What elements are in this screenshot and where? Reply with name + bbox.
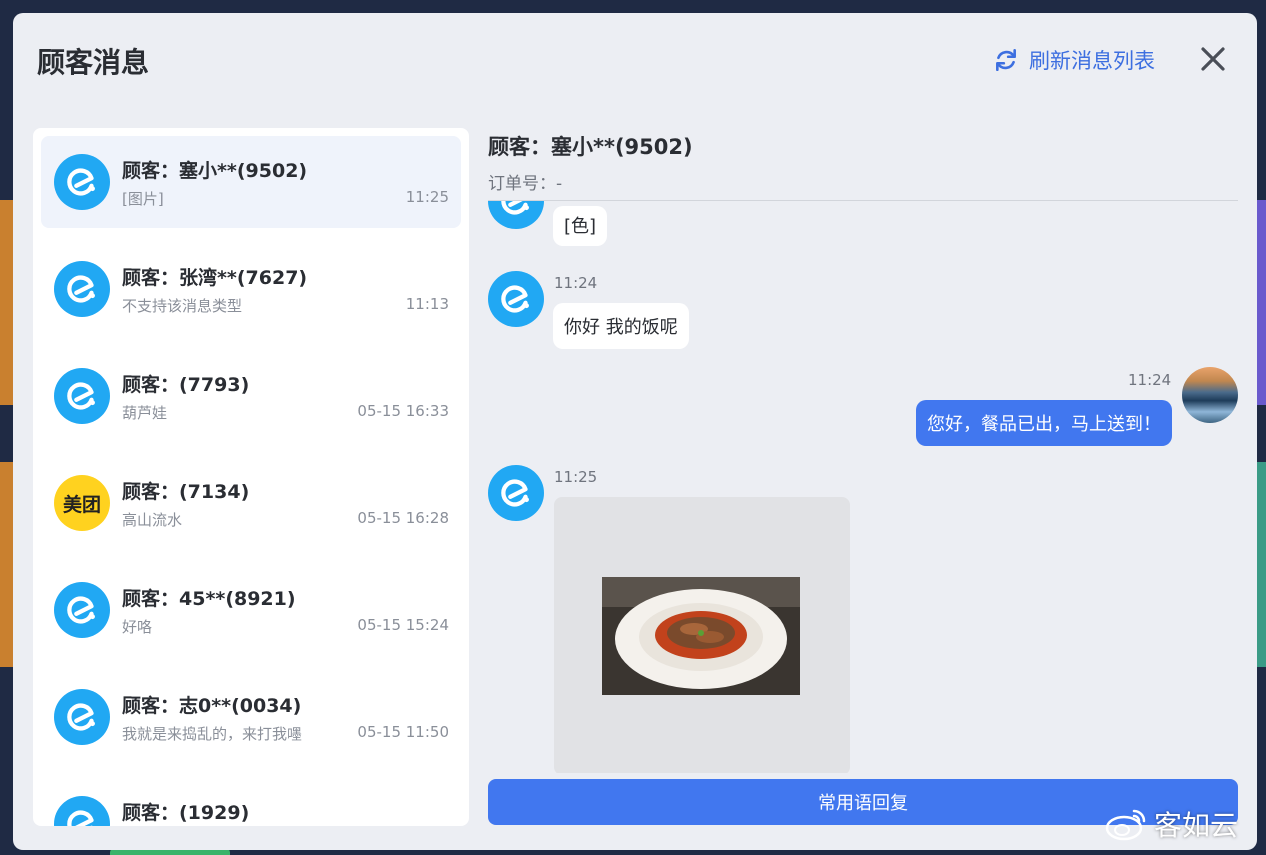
close-button[interactable] — [1195, 41, 1231, 77]
conversation-item[interactable]: 顾客：志0**(0034) 我就是来捣乱的，来打我嚜 05-15 11:50 — [41, 671, 461, 763]
merchant-avatar — [1182, 367, 1238, 423]
eleme-logo-icon — [54, 582, 110, 638]
background-tile — [1256, 200, 1266, 405]
customer-messages-dialog: 顾客消息 刷新消息列表 顾客：塞小**(9502) [图片] 11:25 顾客：… — [13, 13, 1257, 850]
chat-customer-name: 顾客：塞小**(9502) — [488, 135, 693, 159]
conversation-last-message: 葫芦娃 — [122, 404, 168, 422]
message-bubble-outgoing: 您好，餐品已出，马上送到！ — [916, 400, 1172, 446]
conversation-last-message: [图片] — [122, 190, 164, 208]
dialog-title: 顾客消息 — [37, 46, 150, 79]
conversation-time: 05-15 16:33 — [357, 402, 449, 420]
conversation-name: 顾客：(7793) — [122, 374, 250, 396]
conversation-list[interactable]: 顾客：塞小**(9502) [图片] 11:25 顾客：张湾**(7627) 不… — [33, 128, 469, 826]
conversation-last-message: 高山流水 — [122, 511, 183, 529]
eleme-logo-icon — [54, 689, 110, 745]
background-tile — [0, 200, 14, 405]
watermark: 客如云 — [1104, 804, 1238, 844]
conversation-time: 05-15 16:28 — [357, 509, 449, 527]
chat-message-area[interactable]: [色] 11:24 你好 我的饭呢 11:24 您好，餐品已出，马上送到！ 11… — [488, 201, 1238, 773]
message-bubble: [色] — [553, 206, 608, 246]
conversation-time: 05-15 15:24 — [357, 616, 449, 634]
message-time: 11:25 — [554, 468, 598, 486]
message-bubble: 你好 我的饭呢 — [553, 303, 689, 349]
conversation-item[interactable]: 顾客：(1929) — [41, 778, 461, 826]
watermark-text: 客如云 — [1154, 809, 1239, 842]
conversation-name: 顾客：塞小**(9502) — [122, 160, 308, 182]
eleme-logo-icon — [488, 201, 544, 229]
conversation-name: 顾客：45**(8921) — [122, 588, 296, 610]
refresh-icon — [996, 48, 1016, 72]
refresh-label: 刷新消息列表 — [1029, 49, 1155, 73]
eleme-logo-icon — [54, 368, 110, 424]
refresh-message-list-button[interactable]: 刷新消息列表 — [993, 45, 1155, 75]
conversation-time: 05-15 11:50 — [357, 723, 449, 741]
chat-order-number: 订单号：- — [488, 174, 563, 194]
background-tile — [1256, 462, 1266, 667]
weibo-icon — [1105, 809, 1146, 841]
eleme-logo-icon — [54, 154, 110, 210]
food-photo — [602, 577, 800, 695]
message-time: 11:24 — [1128, 371, 1172, 389]
image-message[interactable] — [554, 497, 850, 773]
conversation-item[interactable]: 顾客：45**(8921) 好咯 05-15 15:24 — [41, 564, 461, 656]
meituan-logo-icon: 美团 — [54, 475, 110, 531]
conversation-name: 顾客：(7134) — [122, 481, 250, 503]
message-time: 11:24 — [554, 274, 598, 292]
eleme-logo-icon — [488, 465, 544, 521]
close-icon — [1201, 47, 1225, 71]
conversation-item[interactable]: 顾客：塞小**(9502) [图片] 11:25 — [41, 136, 461, 228]
conversation-item[interactable]: 美团 顾客：(7134) 高山流水 05-15 16:28 — [41, 457, 461, 549]
conversation-last-message: 好咯 — [122, 618, 153, 636]
conversation-last-message: 不支持该消息类型 — [122, 297, 243, 315]
eleme-logo-icon — [54, 796, 110, 826]
background-tile — [0, 462, 14, 667]
conversation-item[interactable]: 顾客：(7793) 葫芦娃 05-15 16:33 — [41, 350, 461, 442]
conversation-name: 顾客：(1929) — [122, 802, 250, 824]
conversation-name: 顾客：志0**(0034) — [122, 695, 302, 717]
eleme-logo-icon — [488, 271, 544, 327]
meituan-logo-text: 美团 — [62, 493, 101, 516]
conversation-item[interactable]: 顾客：张湾**(7627) 不支持该消息类型 11:13 — [41, 243, 461, 335]
conversation-time: 11:13 — [405, 295, 449, 313]
eleme-logo-icon — [54, 261, 110, 317]
conversation-name: 顾客：张湾**(7627) — [122, 267, 308, 289]
conversation-last-message: 我就是来捣乱的，来打我嚜 — [122, 725, 303, 743]
conversation-time: 11:25 — [405, 188, 449, 206]
